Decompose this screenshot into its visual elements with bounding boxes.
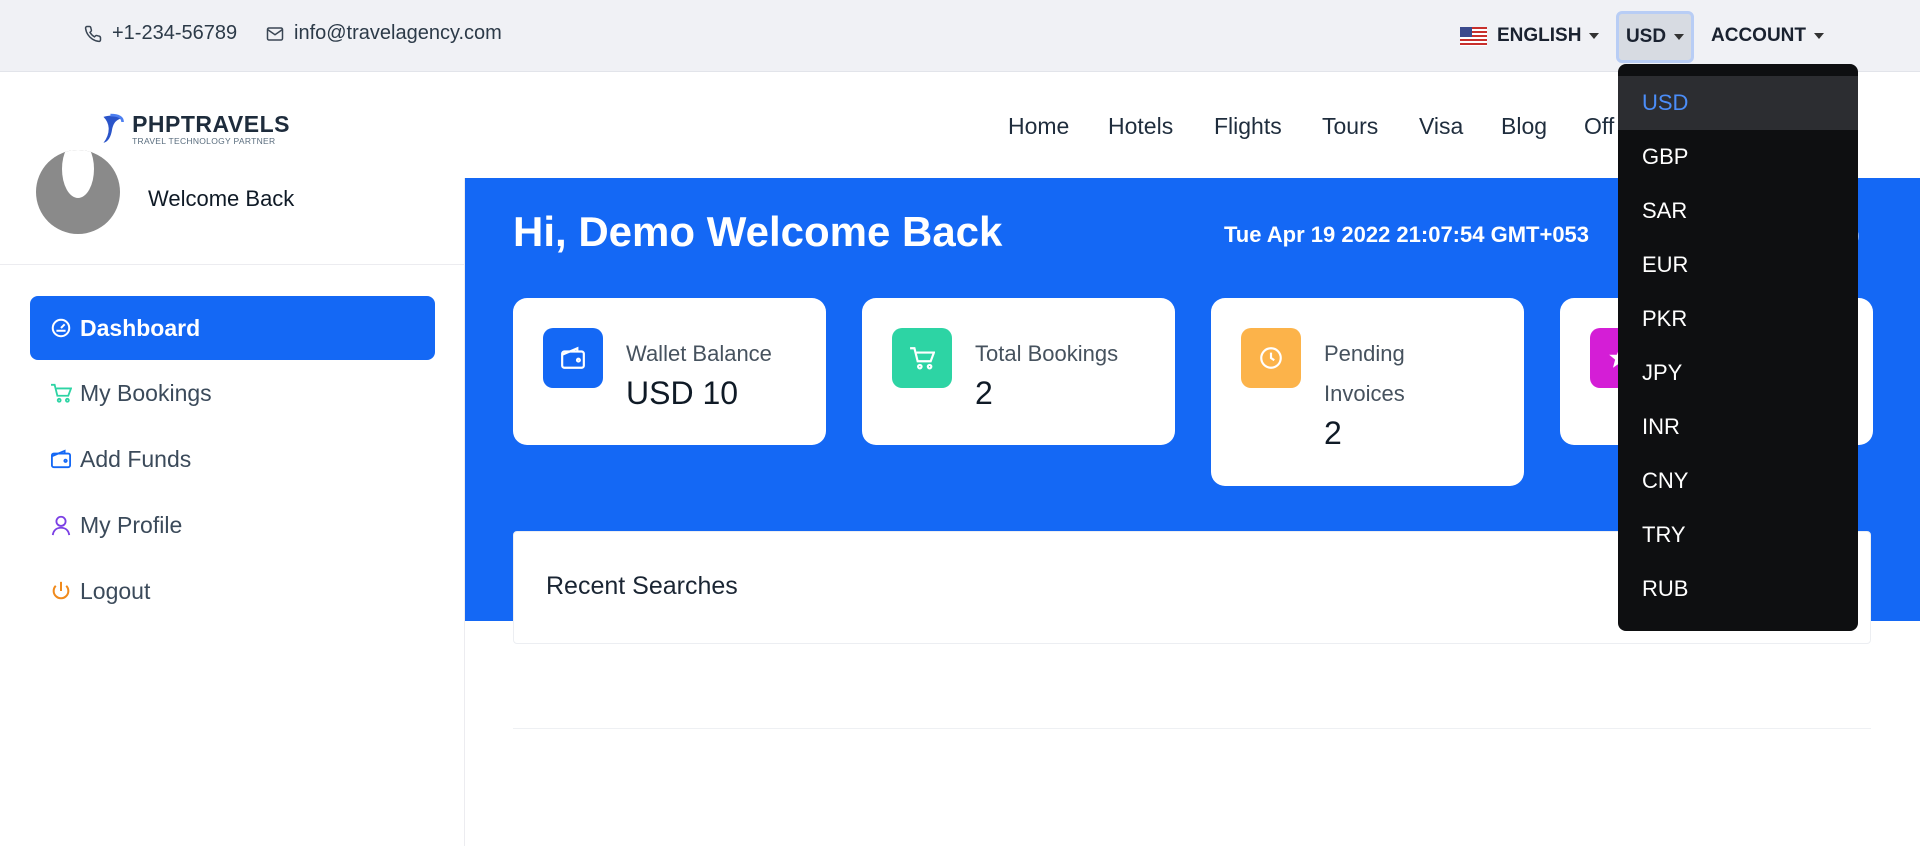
card-label: Wallet Balance — [626, 341, 772, 366]
pending-invoices-card: Pending Invoices 2 — [1211, 298, 1524, 486]
currency-option-pkr[interactable]: PKR — [1618, 292, 1858, 346]
nav-hotels[interactable]: Hotels — [1108, 113, 1173, 140]
sidebar-item-label: Logout — [80, 577, 151, 604]
sidebar-item-label: Add Funds — [80, 445, 192, 472]
sidebar-item-label: My Profile — [80, 511, 183, 538]
cart-icon — [892, 328, 952, 388]
currency-option-cny[interactable]: CNY — [1618, 454, 1858, 508]
currency-option-gbp[interactable]: GBP — [1618, 130, 1858, 184]
currency-option-try[interactable]: TRY — [1618, 508, 1858, 562]
avatar — [36, 150, 120, 234]
phone-contact[interactable]: +1-234-56789 — [84, 22, 237, 45]
sidebar-item-label: My Bookings — [80, 379, 212, 406]
cart-icon — [51, 383, 72, 403]
us-flag-icon — [1460, 26, 1487, 46]
sidebar-item-add-funds[interactable]: Add Funds — [30, 427, 435, 491]
sidebar-item-label: Dashboard — [80, 314, 201, 341]
nav-offers[interactable]: Off — [1584, 113, 1614, 140]
card-value: 2 — [1324, 415, 1342, 451]
currency-option-sar[interactable]: SAR — [1618, 184, 1858, 238]
card-value: 2 — [975, 375, 993, 411]
nav-blog[interactable]: Blog — [1501, 113, 1547, 140]
wallet-balance-card: Wallet Balance USD 10 — [513, 298, 826, 445]
logo-tagline: TRAVEL TECHNOLOGY PARTNER — [132, 136, 276, 146]
chevron-down-icon — [1814, 33, 1824, 39]
email-contact[interactable]: info@travelagency.com — [266, 22, 502, 45]
sidebar-item-my-bookings[interactable]: My Bookings — [30, 361, 435, 425]
power-icon — [52, 581, 70, 600]
language-selector[interactable]: ENGLISH — [1460, 12, 1600, 60]
card-label: Total Bookings — [975, 341, 1119, 366]
currency-option-rub[interactable]: RUB — [1618, 562, 1858, 616]
dashboard-icon — [51, 318, 71, 338]
card-label-line1: Pending — [1324, 341, 1405, 366]
total-bookings-card: Total Bookings 2 — [862, 298, 1175, 445]
page-title: Hi, Demo Welcome Back — [513, 208, 1003, 255]
user-icon — [51, 515, 71, 536]
currency-option-usd[interactable]: USD — [1618, 76, 1858, 130]
nav-flights[interactable]: Flights — [1214, 113, 1282, 140]
currency-label: USD — [1625, 26, 1667, 47]
nav-visa[interactable]: Visa — [1419, 113, 1463, 140]
language-label: ENGLISH — [1497, 25, 1582, 46]
email-address: info@travelagency.com — [294, 22, 502, 44]
nav-home[interactable]: Home — [1008, 113, 1069, 140]
logo-name: PHPTRAVELS — [132, 111, 290, 137]
welcome-text: Welcome Back — [148, 186, 295, 211]
wallet-icon — [543, 328, 603, 388]
card-label-line2: Invoices — [1324, 381, 1405, 406]
sidebar-divider — [0, 264, 465, 265]
currency-option-eur[interactable]: EUR — [1618, 238, 1858, 292]
card-label: Pending Invoices — [1324, 334, 1405, 414]
chevron-down-icon — [1589, 33, 1600, 39]
site-logo[interactable]: PHPTRAVELS TRAVEL TECHNOLOGY PARTNER — [100, 106, 290, 152]
account-menu[interactable]: ACCOUNT — [1711, 12, 1824, 60]
divider — [513, 728, 1871, 729]
current-datetime: Tue Apr 19 2022 21:07:54 GMT+053 — [1224, 222, 1590, 247]
wallet-icon — [51, 449, 71, 469]
mail-icon — [266, 26, 284, 41]
clock-icon — [1241, 328, 1301, 388]
phone-number: +1-234-56789 — [112, 22, 238, 44]
currency-dropdown-menu: USD GBP SAR EUR PKR JPY INR CNY TRY RUB — [1618, 64, 1858, 631]
nav-tours[interactable]: Tours — [1322, 113, 1378, 140]
currency-selector[interactable]: USD — [1616, 11, 1694, 63]
card-value: USD 10 — [626, 375, 739, 411]
recent-searches-title: Recent Searches — [546, 572, 738, 600]
top-bar: +1-234-56789 info@travelagency.com ENGLI… — [0, 0, 1920, 72]
sidebar-item-dashboard[interactable]: Dashboard — [30, 296, 435, 360]
phptravels-logo-icon — [103, 113, 124, 143]
chevron-down-icon — [1674, 34, 1685, 40]
currency-option-jpy[interactable]: JPY — [1618, 346, 1858, 400]
sidebar-item-logout[interactable]: Logout — [30, 559, 435, 623]
phone-icon — [84, 25, 102, 42]
sidebar-item-my-profile[interactable]: My Profile — [30, 493, 435, 557]
account-label: ACCOUNT — [1711, 25, 1806, 46]
currency-option-inr[interactable]: INR — [1618, 400, 1858, 454]
